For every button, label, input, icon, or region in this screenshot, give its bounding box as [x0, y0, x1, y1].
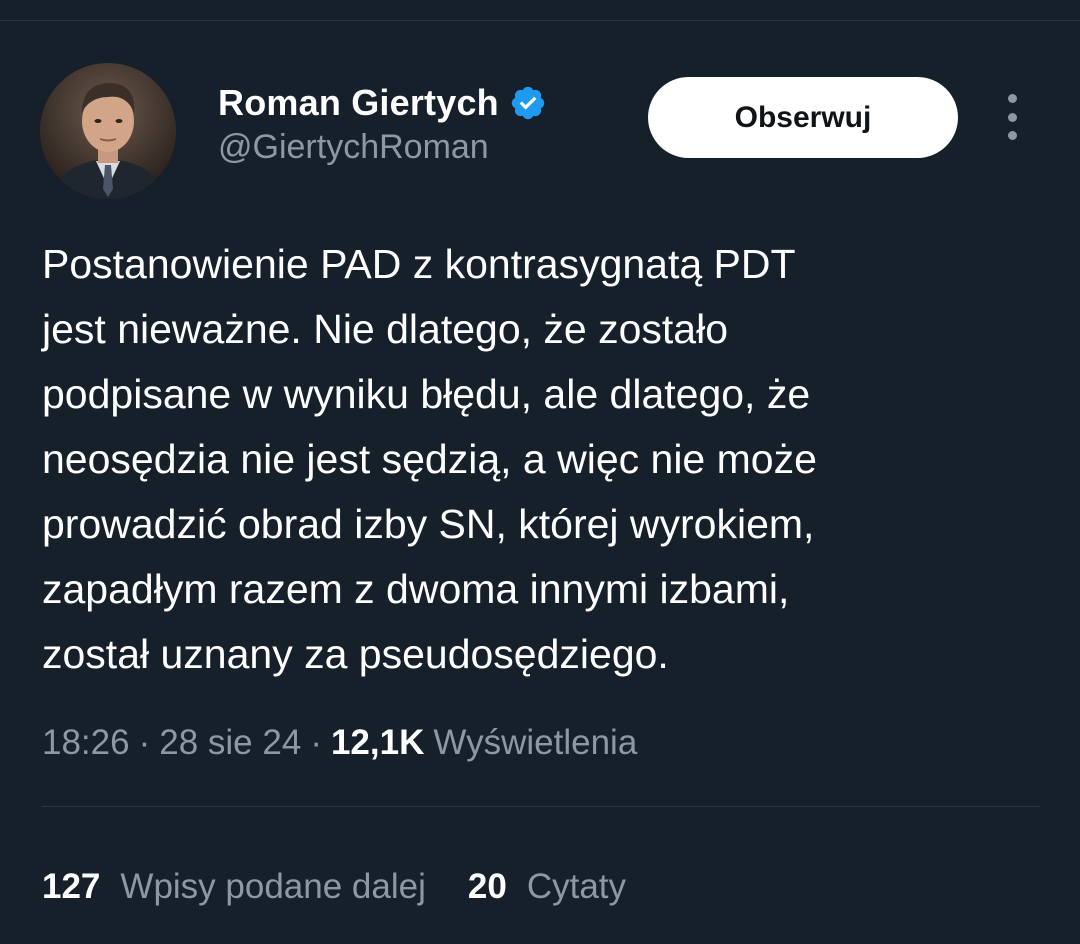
more-dot	[1007, 112, 1017, 122]
more-dot	[1007, 131, 1017, 140]
avatar[interactable]	[40, 63, 176, 199]
author-name-row: Roman Giertych	[218, 80, 547, 126]
top-divider	[0, 20, 1080, 21]
author-handle[interactable]: @GiertychRoman	[218, 128, 489, 167]
tweet-text: Postanowienie PAD z kontrasygnatą PDT je…	[42, 232, 1052, 687]
quotes-count: 20	[467, 867, 507, 906]
views-count[interactable]: 12,1K	[331, 723, 424, 763]
tweet-time[interactable]: 18:26	[42, 723, 130, 763]
tweet-line: został uznany za pseudosędziego.	[42, 631, 669, 677]
more-vertical-icon[interactable]	[996, 94, 1028, 140]
reposts-stat[interactable]: 127 Wpisy podane dalej	[42, 867, 426, 907]
meta-separator: ·	[138, 723, 151, 762]
stats-divider	[42, 806, 1040, 807]
more-dot	[1007, 94, 1017, 103]
tweet-line: Postanowienie PAD z kontrasygnatą PDT	[42, 241, 796, 287]
tweet-line: jest nieważne. Nie dlatego, że zostało	[42, 306, 729, 352]
quotes-stat[interactable]: 20 Cytaty	[468, 867, 626, 907]
quotes-label: Cytaty	[526, 867, 627, 906]
reposts-label: Wpisy podane dalej	[120, 867, 426, 906]
follow-button[interactable]: Obserwuj	[648, 77, 958, 158]
tweet-date[interactable]: 28 sie 24	[159, 723, 301, 763]
tweet-line: podpisane w wyniku błędu, ale dlatego, ż…	[42, 371, 811, 417]
tweet-line: zapadłym razem z dwoma innymi izbami,	[42, 566, 790, 612]
verified-badge-icon[interactable]	[509, 84, 547, 122]
author-display-name[interactable]: Roman Giertych	[218, 82, 499, 124]
profile-photo-icon	[40, 63, 176, 199]
reposts-count: 127	[42, 867, 101, 906]
views-label[interactable]: Wyświetlenia	[433, 723, 637, 763]
tweet-view: Roman Giertych @GiertychRoman Obserwuj P…	[0, 0, 1080, 944]
meta-separator: ·	[310, 723, 322, 762]
tweet-line: neosędzia nie jest sędzią, a więc nie mo…	[42, 436, 817, 482]
tweet-line: prowadzić obrad izby SN, której wyrokiem…	[42, 501, 815, 547]
tweet-meta: 18:26 · 28 sie 24 · 12,1K Wyświetlenia	[42, 718, 637, 768]
tweet-stats: 127 Wpisy podane dalej 20 Cytaty	[42, 862, 626, 912]
